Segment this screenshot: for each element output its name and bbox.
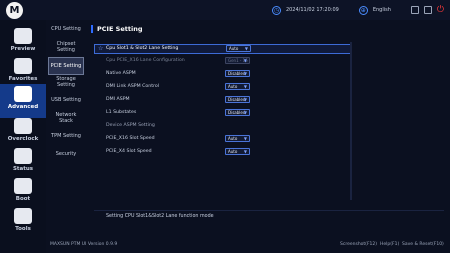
nav-label: Preview (10, 46, 36, 52)
setting-row-pcie-x4-speed[interactable]: PCIE_X4 Slot Speed Auto ▼ (94, 147, 352, 157)
nav-label: Advanced (7, 104, 39, 110)
favorite-star-icon[interactable]: ☆ (98, 45, 103, 53)
tools-icon (14, 208, 32, 224)
chevron-down-icon: ▼ (243, 149, 247, 154)
nav-label: Tools (15, 226, 31, 232)
screenshot-hotkey[interactable]: Screenshot(F12) (340, 242, 377, 247)
chevron-down-icon: ▼ (244, 46, 248, 51)
title-marker (91, 25, 93, 33)
app-logo: M (6, 2, 23, 19)
chevron-down-icon: ▼ (243, 97, 247, 102)
power-icon[interactable]: ⏻ (437, 5, 444, 15)
save-icon[interactable] (423, 6, 432, 14)
setting-label: PCIE_X16 Slot Speed (106, 136, 155, 141)
subnav-tpm-setting[interactable]: TPM Setting (48, 127, 84, 145)
setting-label: Native ASPM (106, 71, 136, 76)
setting-label: Cpu Slot1 & Slot2 Lane Setting (106, 46, 179, 51)
setting-row-native-aspm[interactable]: Native ASPM Disabled ▼ (94, 69, 352, 79)
page-title-row: PCIE Setting (88, 24, 142, 34)
setting-select[interactable]: Auto ▼ (226, 45, 251, 52)
advanced-icon (14, 86, 32, 102)
setting-select[interactable]: Auto ▼ (225, 148, 250, 155)
clock-icon: ◷ (271, 5, 281, 15)
setting-select[interactable]: Disabled ▼ (225, 109, 250, 116)
setting-select: Gen1 - 16 ▼ (225, 57, 250, 64)
monitor-icon (14, 28, 32, 44)
setting-label: DMI Link ASPM Control (106, 84, 160, 89)
help-hotkey[interactable]: Help(F1) (380, 242, 399, 247)
select-value: Auto (228, 149, 238, 154)
setting-label: PCIE_X4 Slot Speed (106, 149, 152, 154)
datetime: 2024/11/02 17:20:09 (285, 7, 339, 13)
nav-status[interactable]: Status (0, 146, 46, 180)
bottom-bar: MAXSUN PTM UI Version 0.9.9 Screenshot(F… (46, 238, 450, 253)
top-bar: M ◷ 2024/11/02 17:20:09 ⊕ English ⏻ (0, 0, 450, 20)
subnav-cpu-setting[interactable]: CPU Setting (48, 20, 84, 38)
select-value: Disabled (228, 71, 246, 76)
gauge-icon (14, 118, 32, 134)
section-header-device-aspm: Device ASPM Setting (94, 121, 352, 131)
select-value: Disabled (228, 110, 246, 115)
setting-row-dmi-aspm[interactable]: DMI ASPM Disabled ▼ (94, 95, 352, 105)
setting-row-dmi-link-aspm[interactable]: DMI Link ASPM Control Auto ▼ (94, 82, 352, 92)
chevron-down-icon: ▼ (243, 84, 247, 89)
setting-row-l1-substates[interactable]: L1 Substates Disabled ▼ (94, 108, 352, 118)
nav-preview[interactable]: Preview (0, 26, 46, 60)
settings-list: ☆ Cpu Slot1 & Slot2 Lane Setting Auto ▼ C… (94, 44, 352, 200)
status-icon (14, 148, 32, 164)
select-value: Auto (228, 84, 238, 89)
scrollbar[interactable] (350, 42, 352, 200)
select-value: Disabled (228, 97, 246, 102)
main-nav: Preview Favorites Advanced Overclock Sta… (0, 20, 46, 253)
setting-select[interactable]: Disabled ▼ (225, 96, 250, 103)
setting-row-cpu-pcie-x16-lane: Cpu PCIE_X16 Lane Configuration Gen1 - 1… (94, 56, 352, 66)
select-value: Auto (228, 136, 238, 141)
sub-nav: CPU Setting Chipset Setting PCIE Setting… (46, 20, 86, 170)
nav-label: Boot (15, 196, 31, 202)
setting-label: L1 Substates (106, 110, 137, 115)
nav-label: Overclock (7, 136, 39, 142)
nav-boot[interactable]: Boot (0, 176, 46, 210)
subnav-usb-setting[interactable]: USB Setting (48, 91, 84, 109)
screenshot-icon[interactable] (410, 6, 419, 14)
setting-select[interactable]: Auto ▼ (225, 135, 250, 142)
setting-select[interactable]: Disabled ▼ (225, 70, 250, 77)
version-text: MAXSUN PTM UI Version 0.9.9 (50, 242, 118, 247)
setting-label: DMI ASPM (106, 97, 130, 102)
top-right-controls: ◷ 2024/11/02 17:20:09 ⊕ English ⏻ (271, 4, 444, 16)
subnav-chipset-setting[interactable]: Chipset Setting (48, 38, 84, 56)
select-value: Auto (229, 46, 239, 51)
subnav-storage-setting[interactable]: Storage Setting (48, 73, 84, 91)
help-text: Setting CPU Slot1&Slot2 Lane function mo… (94, 210, 444, 222)
save-reset-hotkey[interactable]: Save & Reset(F10) (402, 242, 444, 247)
subnav-security[interactable]: Security (48, 145, 84, 163)
chevron-down-icon: ▼ (243, 136, 247, 141)
nav-advanced[interactable]: Advanced (0, 84, 46, 118)
setting-label: Cpu PCIE_X16 Lane Configuration (106, 58, 185, 63)
section-label: Device ASPM Setting (106, 123, 155, 128)
subnav-network-stack[interactable]: Network Stack (48, 109, 84, 127)
page-title: PCIE Setting (97, 25, 143, 33)
nav-label: Favorites (8, 76, 38, 82)
chevron-down-icon: ▼ (243, 71, 247, 76)
chevron-down-icon: ▼ (243, 58, 247, 63)
globe-icon[interactable]: ⊕ (358, 5, 368, 15)
nav-tools[interactable]: Tools (0, 206, 46, 240)
setting-select[interactable]: Auto ▼ (225, 83, 250, 90)
nav-label: Status (12, 166, 34, 172)
setting-row-cpu-slot-lane[interactable]: ☆ Cpu Slot1 & Slot2 Lane Setting Auto ▼ (94, 44, 352, 54)
setting-row-pcie-x16-speed[interactable]: PCIE_X16 Slot Speed Auto ▼ (94, 134, 352, 144)
language-selector[interactable]: English (373, 7, 391, 13)
chevron-down-icon: ▼ (243, 110, 247, 115)
nav-overclock[interactable]: Overclock (0, 116, 46, 150)
settings-panel: PCIE Setting ☆ Cpu Slot1 & Slot2 Lane Se… (88, 20, 444, 236)
boot-icon (14, 178, 32, 194)
star-icon (14, 58, 32, 74)
